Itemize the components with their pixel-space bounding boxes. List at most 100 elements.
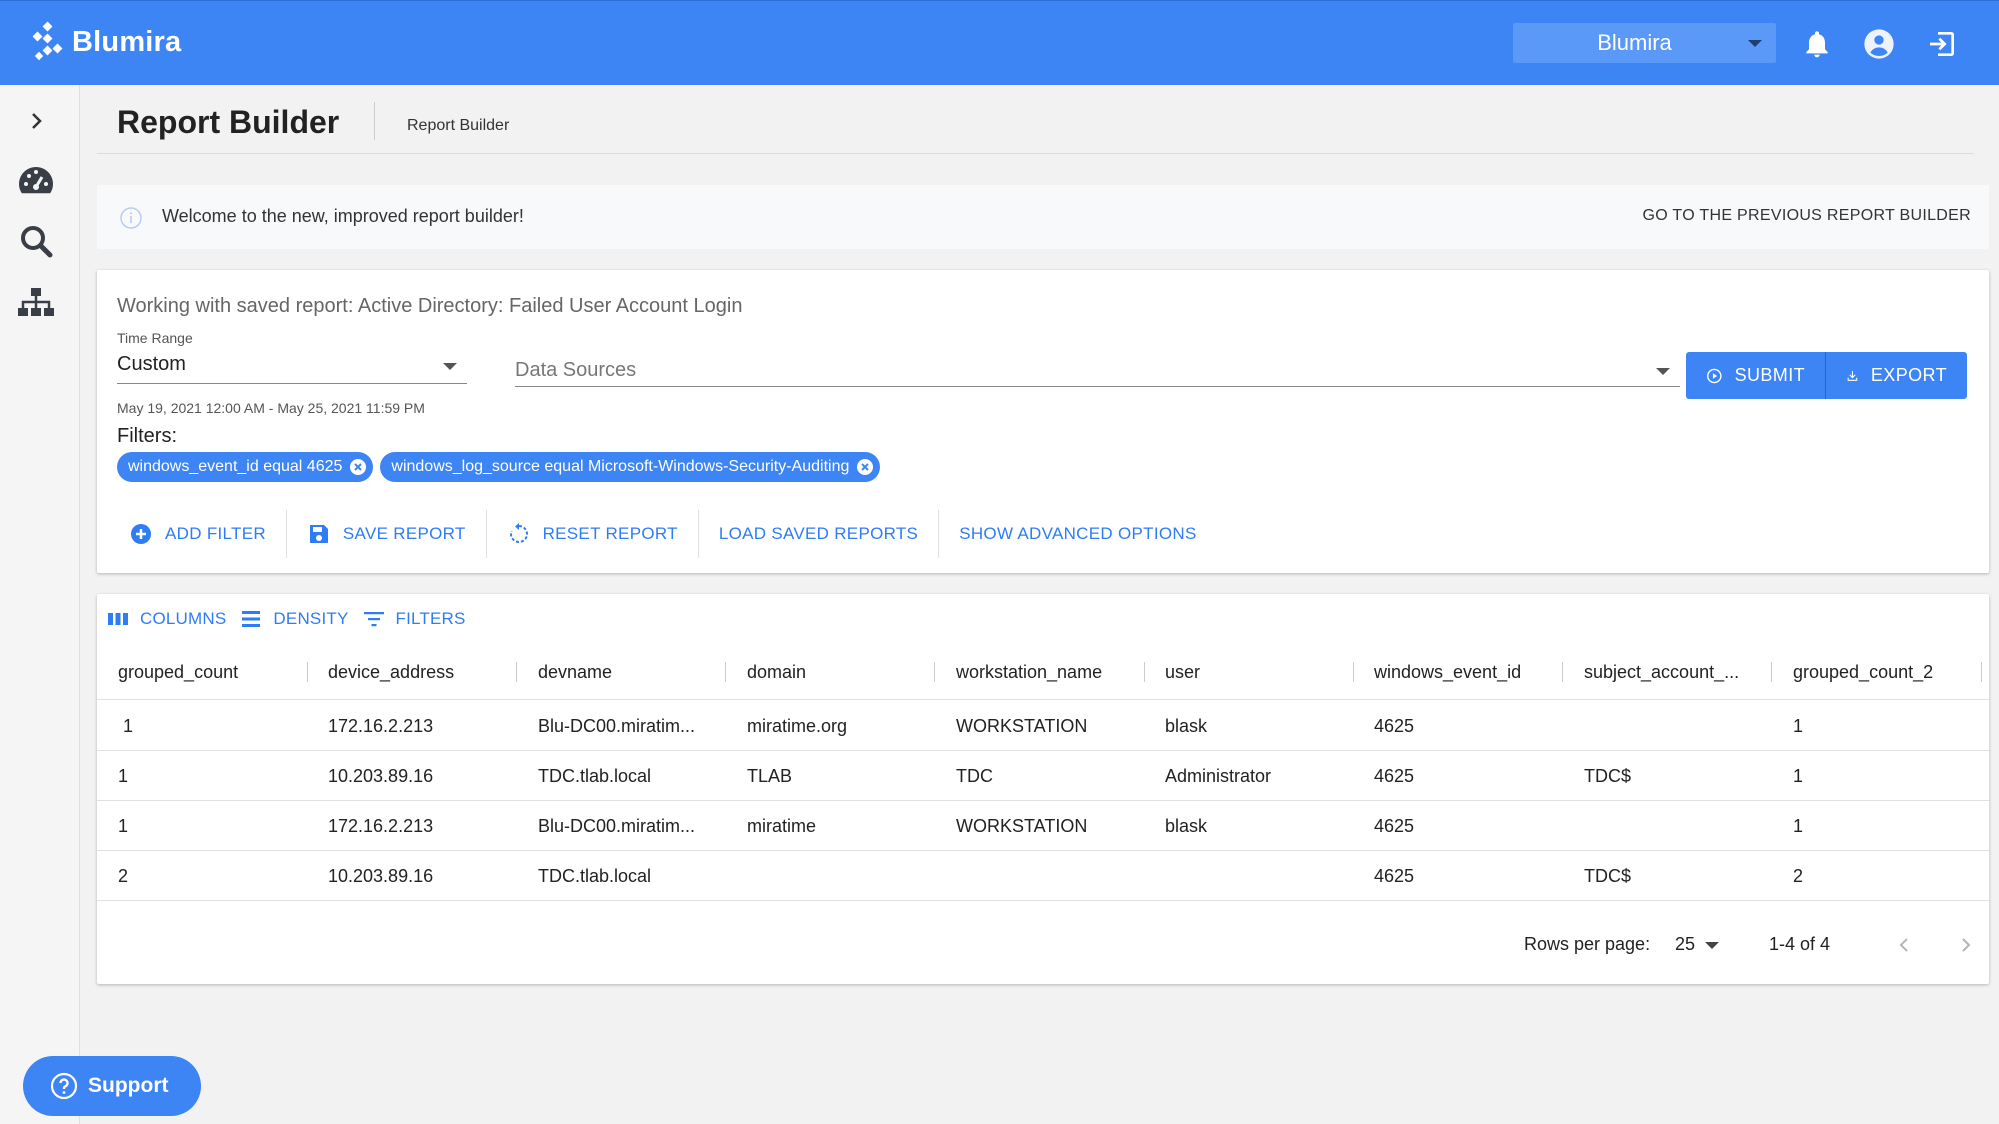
- load-saved-reports-button[interactable]: LOAD SAVED REPORTS: [699, 510, 940, 558]
- filter-chips: windows_event_id equal 4625 windows_log_…: [117, 452, 881, 482]
- grid-toolbar: COLUMNS DENSITY FILTERS: [107, 608, 480, 630]
- column-separator[interactable]: [1562, 662, 1563, 682]
- table-cell: TDC.tlab.local: [538, 765, 652, 786]
- table-cell: 4625: [1374, 715, 1415, 736]
- table-cell: WORKSTATION: [956, 815, 1088, 836]
- play-circle-icon: [1707, 368, 1722, 383]
- dashboard-gauge-icon[interactable]: [16, 161, 56, 201]
- next-page-icon[interactable]: [1952, 931, 1980, 959]
- table-cell: 10.203.89.16: [328, 865, 434, 886]
- filter-chip[interactable]: windows_log_source equal Microsoft-Windo…: [380, 452, 881, 482]
- table-cell: 1: [118, 765, 129, 786]
- chevron-right-icon[interactable]: [16, 101, 56, 141]
- table-cell: Blu-DC00.miratim...: [538, 815, 696, 836]
- submit-label: SUBMIT: [1734, 365, 1805, 385]
- table-cell: 4625: [1374, 765, 1415, 786]
- table-cell: 1: [118, 815, 129, 836]
- table-cell: WORKSTATION: [956, 715, 1088, 736]
- columns-icon: [108, 613, 128, 625]
- column-header[interactable]: user: [1165, 644, 1200, 700]
- show-advanced-options-label: SHOW ADVANCED OPTIONS: [959, 524, 1197, 543]
- table-cell: 4625: [1374, 815, 1415, 836]
- table-cell: Administrator: [1165, 765, 1272, 786]
- show-advanced-options-button[interactable]: SHOW ADVANCED OPTIONS: [939, 510, 1216, 558]
- column-header[interactable]: devname: [538, 644, 612, 700]
- support-button[interactable]: Support: [23, 1056, 201, 1116]
- time-range-select[interactable]: Custom: [117, 350, 467, 384]
- column-separator[interactable]: [934, 662, 935, 682]
- column-header[interactable]: domain: [747, 644, 806, 700]
- title-divider: [374, 102, 375, 140]
- load-saved-reports-label: LOAD SAVED REPORTS: [718, 524, 919, 543]
- user-icon[interactable]: [1863, 28, 1895, 60]
- org-selector-value: Blumira: [1597, 30, 1672, 55]
- previous-report-builder-link[interactable]: GO TO THE PREVIOUS REPORT BUILDER: [1642, 207, 1971, 225]
- table-cell: miratime: [747, 815, 817, 836]
- column-separator[interactable]: [307, 662, 308, 682]
- banner-message: Welcome to the new, improved report buil…: [162, 206, 524, 226]
- table-row[interactable]: 1 172.16.2.213 Blu-DC00.miratim... mirat…: [97, 801, 1989, 851]
- save-report-label: SAVE REPORT: [342, 524, 466, 543]
- column-header[interactable]: workstation_name: [956, 644, 1102, 700]
- sitemap-icon[interactable]: [16, 284, 56, 324]
- save-icon: [309, 525, 328, 543]
- previous-page-icon[interactable]: [1890, 931, 1918, 959]
- table-cell: 10.203.89.16: [328, 765, 434, 786]
- filters-button[interactable]: FILTERS: [363, 608, 466, 630]
- data-sources-select[interactable]: Data Sources: [515, 353, 1680, 387]
- save-report-button[interactable]: SAVE REPORT: [287, 510, 487, 558]
- filter-chip-label: windows_event_id equal 4625: [128, 458, 343, 475]
- rows-per-page-select[interactable]: 25: [1675, 934, 1695, 955]
- breadcrumb[interactable]: Report Builder: [407, 117, 509, 135]
- logout-icon[interactable]: [1926, 28, 1958, 60]
- table-cell: 1: [1793, 815, 1804, 836]
- date-range-text: May 19, 2021 12:00 AM - May 25, 2021 11:…: [117, 400, 425, 416]
- column-header[interactable]: grouped_count_2: [1793, 644, 1933, 700]
- density-button[interactable]: DENSITY: [240, 608, 348, 630]
- top-bar: Blumira Blumira: [0, 0, 1999, 85]
- columns-button[interactable]: COLUMNS: [107, 608, 226, 630]
- table-row[interactable]: 1 172.16.2.213 Blu-DC00.miratim... mirat…: [97, 701, 1989, 751]
- reset-report-label: RESET REPORT: [542, 524, 678, 543]
- close-circle-icon[interactable]: [856, 458, 874, 476]
- column-separator[interactable]: [1981, 662, 1982, 682]
- table-row[interactable]: 2 10.203.89.16 TDC.tlab.local 4625 TDC$ …: [97, 851, 1989, 901]
- column-separator[interactable]: [1144, 662, 1145, 682]
- column-separator[interactable]: [516, 662, 517, 682]
- table-row[interactable]: 1 10.203.89.16 TDC.tlab.local TLAB TDC A…: [97, 751, 1989, 801]
- submit-button[interactable]: SUBMIT: [1686, 352, 1826, 399]
- table-pagination: Rows per page: 25 1-4 of 4: [97, 914, 1989, 976]
- header-divider: [97, 153, 1974, 154]
- welcome-banner: Welcome to the new, improved report buil…: [97, 185, 1989, 249]
- info-icon: [120, 207, 142, 229]
- saved-report-title: Working with saved report: Active Direct…: [117, 295, 743, 317]
- reset-report-button[interactable]: RESET REPORT: [487, 510, 699, 558]
- column-header[interactable]: subject_account_...: [1584, 644, 1739, 700]
- bell-icon[interactable]: [1801, 28, 1833, 60]
- support-label: Support: [88, 1074, 169, 1097]
- filter-lines-icon: [363, 612, 384, 627]
- column-header[interactable]: device_address: [328, 644, 454, 700]
- column-separator[interactable]: [1771, 662, 1772, 682]
- table-cell: Blu-DC00.miratim...: [538, 715, 696, 736]
- table-cell: 1: [123, 715, 134, 736]
- column-separator[interactable]: [1353, 662, 1354, 682]
- column-separator[interactable]: [725, 662, 726, 682]
- rows-per-page-label: Rows per page:: [1524, 934, 1651, 954]
- filter-chip[interactable]: windows_event_id equal 4625: [117, 452, 374, 482]
- search-icon[interactable]: [16, 221, 56, 261]
- close-circle-icon[interactable]: [349, 458, 367, 476]
- org-selector[interactable]: Blumira: [1513, 23, 1776, 63]
- page-title: Report Builder: [117, 104, 340, 140]
- reset-icon: [509, 523, 528, 543]
- chevron-down-icon[interactable]: [1705, 942, 1719, 949]
- submit-export-group: SUBMIT EXPORT: [1686, 352, 1967, 399]
- brand-logo[interactable]: Blumira: [28, 21, 181, 63]
- column-header[interactable]: windows_event_id: [1374, 644, 1521, 700]
- columns-label: COLUMNS: [140, 609, 227, 628]
- chevron-down-icon: [1748, 40, 1762, 47]
- add-filter-button[interactable]: ADD FILTER: [109, 510, 287, 558]
- table-cell: 2: [1793, 865, 1804, 886]
- column-header[interactable]: grouped_count: [118, 644, 238, 700]
- export-button[interactable]: EXPORT: [1826, 352, 1967, 399]
